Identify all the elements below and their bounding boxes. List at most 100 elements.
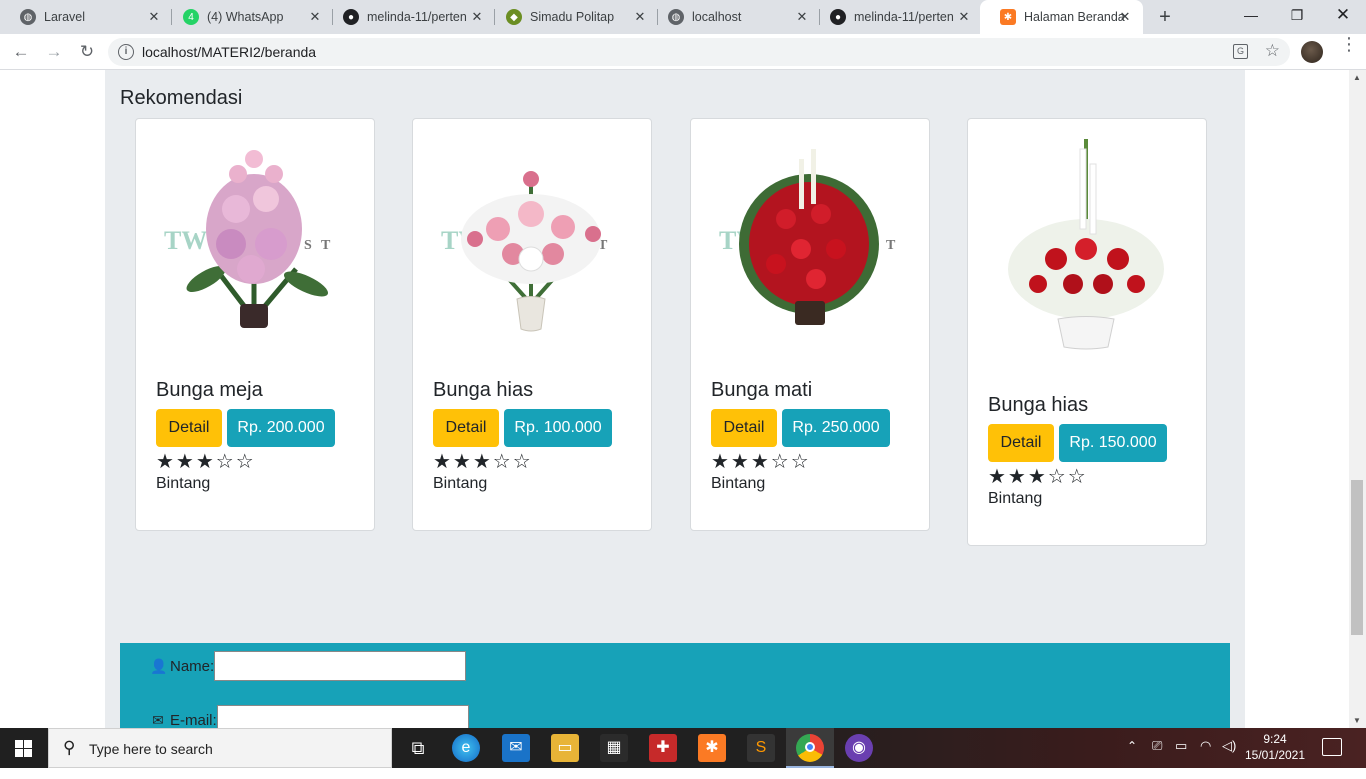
app-icon[interactable]: ◉ [845, 734, 873, 762]
address-bar[interactable]: i localhost/MATERI2/beranda G ☆ [108, 38, 1290, 66]
forward-button[interactable]: → [42, 40, 66, 64]
page-scrollbar[interactable]: ▲ ▼ [1349, 70, 1366, 728]
tab-github-2[interactable]: ● melinda-11/perten ✕ [810, 0, 982, 34]
close-icon[interactable]: ✕ [1117, 9, 1133, 25]
detail-button[interactable]: Detail [156, 409, 222, 447]
notification-icon[interactable] [1322, 738, 1342, 756]
price-button[interactable]: Rp. 250.000 [782, 409, 890, 447]
scrollbar-thumb[interactable] [1351, 480, 1363, 635]
tab-title: Laravel [44, 10, 85, 24]
name-row: 👤 Name: [150, 651, 467, 681]
price-button[interactable]: Rp. 150.000 [1059, 424, 1167, 462]
mail-icon[interactable]: ✉ [502, 734, 530, 762]
close-icon[interactable]: ✕ [794, 9, 810, 25]
tab-halaman-beranda[interactable]: ✱ Halaman Beranda ✕ [980, 0, 1143, 34]
github-icon: ● [343, 9, 359, 25]
battery-icon[interactable]: ▭ [1175, 738, 1187, 778]
close-icon[interactable]: ✕ [632, 9, 648, 25]
section-title: Rekomendasi [120, 87, 243, 109]
email-input[interactable] [216, 705, 469, 728]
user-icon: 👤 [150, 657, 168, 674]
page-viewport: Rekomendasi TW S T Bunga meja Detail Rp.… [0, 70, 1349, 728]
detail-button[interactable]: Detail [711, 409, 777, 447]
name-input[interactable] [214, 651, 467, 681]
close-icon[interactable]: ✕ [956, 9, 972, 25]
rating-label: Bintang [711, 475, 766, 492]
network-icon[interactable]: ⎚ [1152, 738, 1162, 778]
rating-stars: ★★★☆☆ [711, 451, 811, 473]
tab-title: localhost [692, 10, 742, 24]
tab-github-1[interactable]: ● melinda-11/perten ✕ [323, 0, 495, 34]
close-window-button[interactable]: ✕ [1320, 0, 1366, 32]
product-card: TW S T Bunga hias Detail Rp. 100.000 ★★★… [412, 118, 652, 531]
rating-stars: ★★★☆☆ [156, 451, 256, 473]
maximize-button[interactable]: ❐ [1274, 0, 1320, 32]
system-clock[interactable]: 9:24 15/01/2021 [1240, 731, 1310, 763]
product-name: Bunga meja [156, 379, 263, 401]
scroll-down-icon[interactable]: ▼ [1353, 716, 1361, 725]
store-icon[interactable]: ▦ [600, 734, 628, 762]
svg-text:S T: S T [304, 238, 333, 253]
tab-title: Simadu Politap [530, 10, 615, 24]
whatsapp-icon: 4 [183, 9, 199, 25]
politap-icon: ◆ [506, 9, 522, 25]
bookmark-star-icon[interactable]: ☆ [1265, 41, 1280, 61]
close-icon[interactable]: ✕ [146, 9, 162, 25]
back-button[interactable]: ← [9, 40, 33, 64]
file-explorer-icon[interactable]: ▭ [551, 734, 579, 762]
tab-whatsapp[interactable]: 4 (4) WhatsApp ✕ [163, 0, 333, 34]
detail-button[interactable]: Detail [988, 424, 1054, 462]
wifi-icon[interactable]: ◠ [1200, 738, 1211, 778]
chrome-icon[interactable] [796, 734, 824, 762]
tab-title: melinda-11/perten [367, 10, 467, 24]
rating-label: Bintang [988, 490, 1043, 507]
taskbar-search[interactable]: ⚲ Type here to search [48, 728, 392, 768]
xampp-icon[interactable]: ✱ [698, 734, 726, 762]
email-label: E-mail: [170, 711, 217, 729]
clock-time: 9:24 [1263, 732, 1287, 746]
sublime-text-icon[interactable]: S [747, 734, 775, 762]
new-tab-button[interactable]: + [1154, 6, 1176, 29]
tab-simadu[interactable]: ◆ Simadu Politap ✕ [486, 0, 658, 34]
edge-icon[interactable]: e [452, 734, 480, 762]
tab-laravel[interactable]: ◍ Laravel ✕ [0, 0, 172, 34]
chevron-up-icon[interactable]: ⌃ [1127, 739, 1137, 779]
product-image [1008, 139, 1164, 350]
globe-icon: ◍ [20, 9, 36, 25]
gift-icon[interactable]: ✚ [649, 734, 677, 762]
translate-icon[interactable]: G [1233, 44, 1248, 59]
close-icon[interactable]: ✕ [469, 9, 485, 25]
profile-avatar[interactable] [1301, 41, 1323, 63]
price-button[interactable]: Rp. 200.000 [227, 409, 335, 447]
price-button[interactable]: Rp. 100.000 [504, 409, 612, 447]
product-name: Bunga hias [433, 379, 534, 401]
info-icon[interactable]: i [118, 44, 134, 60]
product-card: Bunga hias Detail Rp. 150.000 ★★★☆☆ Bint… [967, 118, 1207, 546]
github-icon: ● [830, 9, 846, 25]
search-placeholder: Type here to search [89, 741, 213, 757]
name-label: Name: [170, 657, 215, 675]
browser-menu-icon[interactable]: ⋮ [1340, 35, 1358, 53]
search-icon: ⚲ [63, 738, 76, 757]
contact-form: 👤 Name: ✉ E-mail: [120, 643, 1230, 728]
reload-button[interactable]: ↻ [75, 40, 99, 64]
rating-stars: ★★★☆☆ [433, 451, 533, 473]
browser-toolbar: ← → ↻ i localhost/MATERI2/beranda G ☆ [0, 34, 1366, 70]
tab-localhost[interactable]: ◍ localhost ✕ [648, 0, 820, 34]
rating-stars: ★★★☆☆ [988, 466, 1088, 488]
email-row: ✉ E-mail: [150, 705, 469, 728]
close-icon[interactable]: ✕ [307, 9, 323, 25]
envelope-icon: ✉ [152, 711, 164, 728]
tab-title: (4) WhatsApp [207, 10, 284, 24]
browser-tab-strip: ◍ Laravel ✕ 4 (4) WhatsApp ✕ ● melinda-1… [0, 0, 1366, 34]
task-view-icon[interactable]: ⧉ [404, 734, 432, 762]
rating-label: Bintang [433, 475, 488, 492]
windows-taskbar: ⚲ Type here to search ⧉ e ✉ ▭ ▦ ✚ ✱ S ◉ … [0, 728, 1366, 768]
start-button[interactable] [0, 728, 48, 768]
scroll-up-icon[interactable]: ▲ [1353, 73, 1361, 82]
product-image: TW S T [441, 171, 607, 332]
tab-title: melinda-11/perten [854, 10, 954, 24]
volume-icon[interactable]: ◁) [1222, 738, 1236, 778]
detail-button[interactable]: Detail [433, 409, 499, 447]
minimize-button[interactable]: — [1228, 0, 1274, 32]
